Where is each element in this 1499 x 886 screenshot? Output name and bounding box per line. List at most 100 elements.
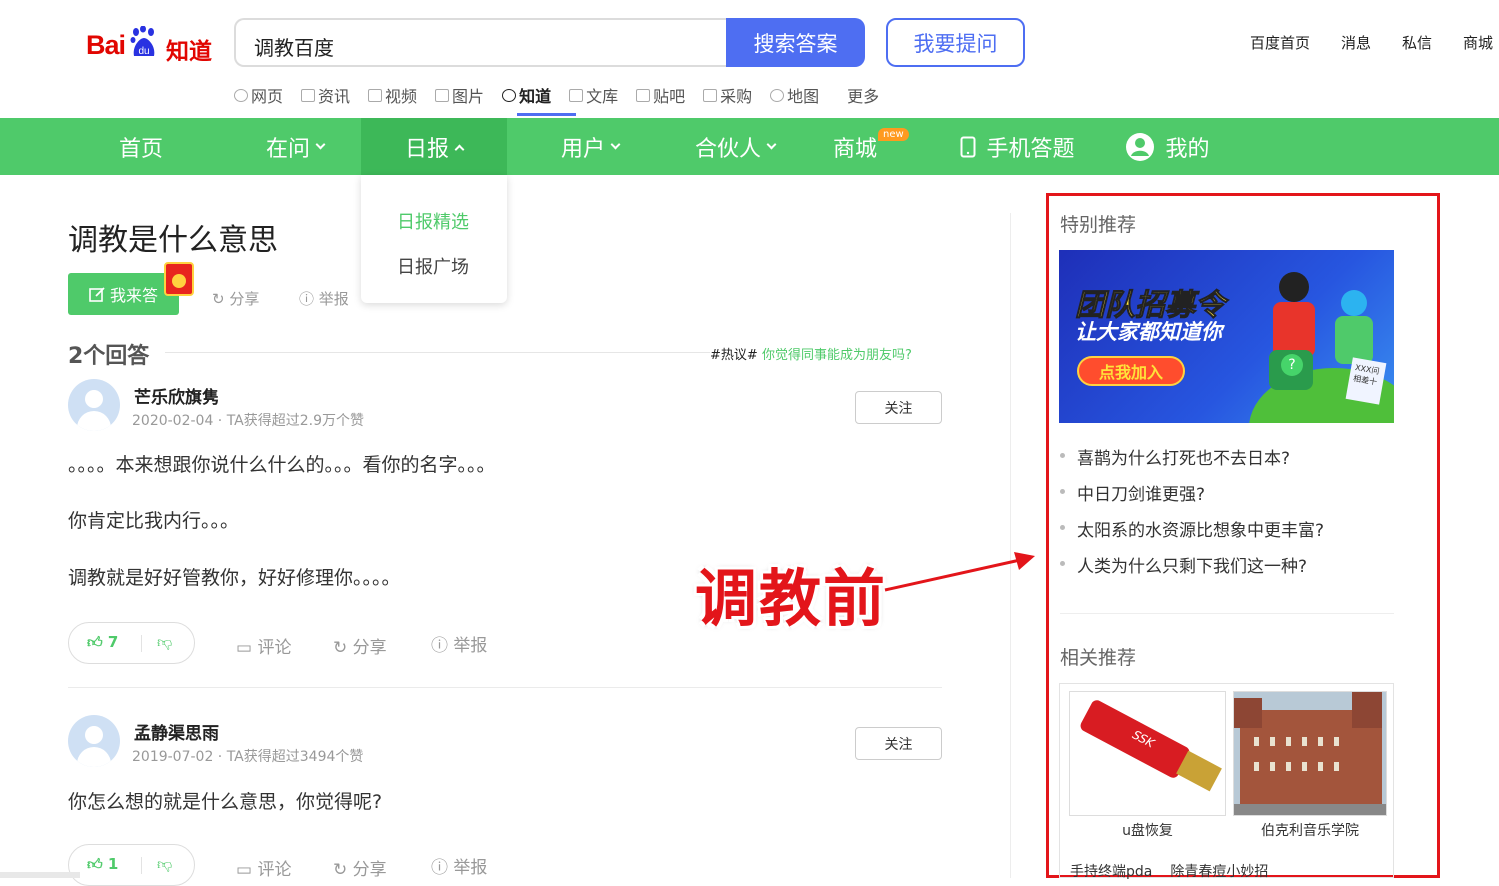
answer-username[interactable]: 芒乐欣旗隽	[134, 383, 219, 408]
subnav-label: 知道	[519, 87, 552, 106]
nav-partner[interactable]: 合伙人	[680, 118, 790, 175]
baidu-zhidao-logo[interactable]: Bai du 知道	[86, 22, 216, 66]
dropdown-item-daily-square[interactable]: 日报广场	[397, 253, 469, 279]
list-item[interactable]: 人类为什么只剩下我们这一种?	[1060, 552, 1324, 588]
list-item[interactable]: 喜鹊为什么打死也不去日本?	[1060, 444, 1324, 480]
nav-label: 商城	[832, 136, 877, 162]
thumbs-up-icon: 👍︎	[87, 855, 108, 873]
subnav-label: 贴吧	[653, 87, 686, 106]
subnav-news[interactable]: 资讯	[301, 83, 350, 107]
search-input[interactable]: 调教百度	[234, 18, 728, 67]
special-recommend-title: 特别推荐	[1060, 214, 1137, 236]
thumbs-down-icon[interactable]: 👎︎	[157, 855, 172, 874]
related-caption[interactable]: u盘恢复	[1069, 820, 1226, 840]
like-button[interactable]: 👍︎ 1	[87, 855, 118, 874]
search-button[interactable]: 搜索答案	[726, 18, 865, 67]
red-envelope-icon[interactable]	[164, 262, 194, 296]
related-link[interactable]: 手持终端pda	[1070, 861, 1152, 881]
nav-home[interactable]: 首页	[95, 118, 187, 175]
subnav-tieba[interactable]: 贴吧	[636, 83, 685, 107]
avatar[interactable]	[68, 715, 120, 767]
answer-button[interactable]: 我来答	[68, 273, 179, 315]
nav-mine[interactable]: 我的	[1120, 118, 1215, 175]
thumbs-down-icon[interactable]: 👎︎	[157, 633, 172, 652]
top-links: 百度首页 消息 私信 商城	[1250, 32, 1493, 53]
related-caption[interactable]: 伯克利音乐学院	[1233, 820, 1387, 840]
nav-mall[interactable]: 商城	[815, 118, 895, 175]
subnav-map[interactable]: 地图	[770, 83, 819, 107]
berklee-building-image[interactable]	[1233, 691, 1387, 816]
answer-button-label: 我来答	[109, 286, 158, 305]
banner-subline: 让大家都知道你	[1075, 320, 1222, 344]
column-divider	[1010, 213, 1011, 878]
user-icon	[1126, 132, 1155, 161]
nav-asking[interactable]: 在问	[245, 118, 345, 175]
report-link[interactable]: ⓘ 举报	[299, 288, 349, 309]
hot-topic[interactable]: #热议# 你觉得同事能成为朋友吗?	[710, 344, 912, 363]
comment-button[interactable]: ▭ 评论	[236, 633, 291, 658]
hot-tag: #热议#	[710, 348, 758, 363]
subnav-shop[interactable]: 采购	[703, 83, 752, 107]
answer-paragraph: 你肯定比我内行。。。	[68, 510, 240, 532]
list-item[interactable]: 太阳系的水资源比想象中更丰富?	[1060, 516, 1324, 552]
avatar[interactable]	[68, 379, 120, 431]
top-link-mall[interactable]: 商城	[1463, 32, 1493, 53]
answer-meta: 2019-07-02 · TA获得超过3494个赞	[132, 749, 364, 765]
share-label: 分享	[352, 638, 387, 658]
report-button[interactable]: ⓘ 举报	[431, 853, 487, 878]
scrollbar[interactable]	[0, 872, 80, 878]
subnav-more[interactable]: 更多	[847, 83, 879, 107]
share-icon: ↻	[212, 290, 230, 308]
baidu-paw-icon: du	[130, 26, 155, 57]
like-count: 1	[107, 855, 119, 873]
nav-users[interactable]: 用户	[540, 118, 640, 175]
subnav-image[interactable]: 图片	[435, 83, 484, 107]
follow-button[interactable]: 关注	[855, 727, 942, 760]
daily-dropdown-menu: 日报精选 日报广场	[361, 175, 507, 303]
top-link-baidu-home[interactable]: 百度首页	[1250, 32, 1310, 53]
ask-question-button[interactable]: 我要提问	[886, 18, 1025, 67]
dropdown-item-daily-featured[interactable]: 日报精选	[397, 208, 469, 234]
report-label: 举报	[318, 290, 349, 308]
answer-count: 2个回答	[68, 344, 150, 369]
related-link[interactable]: 除青春痘小妙招	[1170, 861, 1268, 881]
subnav-video[interactable]: 视频	[368, 83, 417, 107]
comment-button[interactable]: ▭ 评论	[236, 855, 291, 880]
follow-button[interactable]: 关注	[855, 391, 942, 424]
banner-join-button[interactable]: 点我加入	[1077, 356, 1185, 386]
share-button[interactable]: ↻ 分享	[333, 633, 387, 658]
list-item[interactable]: 中日刀剑谁更强?	[1060, 480, 1324, 516]
share-link[interactable]: ↻ 分享	[212, 288, 259, 309]
report-label: 举报	[453, 858, 488, 878]
tieba-icon	[636, 88, 651, 102]
subnav-label: 资讯	[318, 87, 351, 106]
subnav-zhidao[interactable]: 知道	[502, 83, 551, 107]
answer-username[interactable]: 孟静渠思雨	[134, 719, 219, 744]
nav-label: 在问	[265, 136, 310, 162]
active-tab-underline	[517, 113, 576, 116]
question-title: 调教是什么意思	[68, 223, 278, 258]
edit-icon	[89, 286, 105, 302]
nav-mobile-answer[interactable]: 手机答题	[955, 118, 1080, 175]
usb-drive-image[interactable]: SSK	[1069, 691, 1226, 816]
comment-icon: ▭	[236, 638, 258, 658]
nav-daily[interactable]: 日报	[361, 118, 507, 175]
nav-label: 用户	[560, 136, 605, 162]
doc-icon	[569, 88, 584, 102]
report-button[interactable]: ⓘ 举报	[431, 631, 487, 656]
hot-link[interactable]: 你觉得同事能成为朋友吗?	[762, 348, 912, 363]
nav-label: 手机答题	[986, 136, 1075, 162]
subnav-wenku[interactable]: 文库	[569, 83, 618, 107]
share-label: 分享	[229, 290, 260, 308]
top-link-messages[interactable]: 消息	[1341, 32, 1371, 53]
answer-paragraph: 。。。。本来想跟你说什么什么的。。。看你的名字。。。	[68, 454, 496, 476]
vote-group: 👍︎ 7 👎︎	[68, 622, 195, 664]
subnav-web[interactable]: 网页	[234, 83, 283, 107]
banner-doc-text: XXX问 相差十	[1345, 357, 1387, 405]
share-button[interactable]: ↻ 分享	[333, 855, 387, 880]
like-button[interactable]: 👍︎ 7	[87, 633, 118, 652]
top-link-private-messages[interactable]: 私信	[1402, 32, 1432, 53]
recruit-banner[interactable]: ? XXX问 相差十 团队招募令 让大家都知道你 点我加入	[1059, 250, 1394, 423]
shop-icon	[703, 88, 718, 102]
image-icon	[435, 88, 450, 102]
